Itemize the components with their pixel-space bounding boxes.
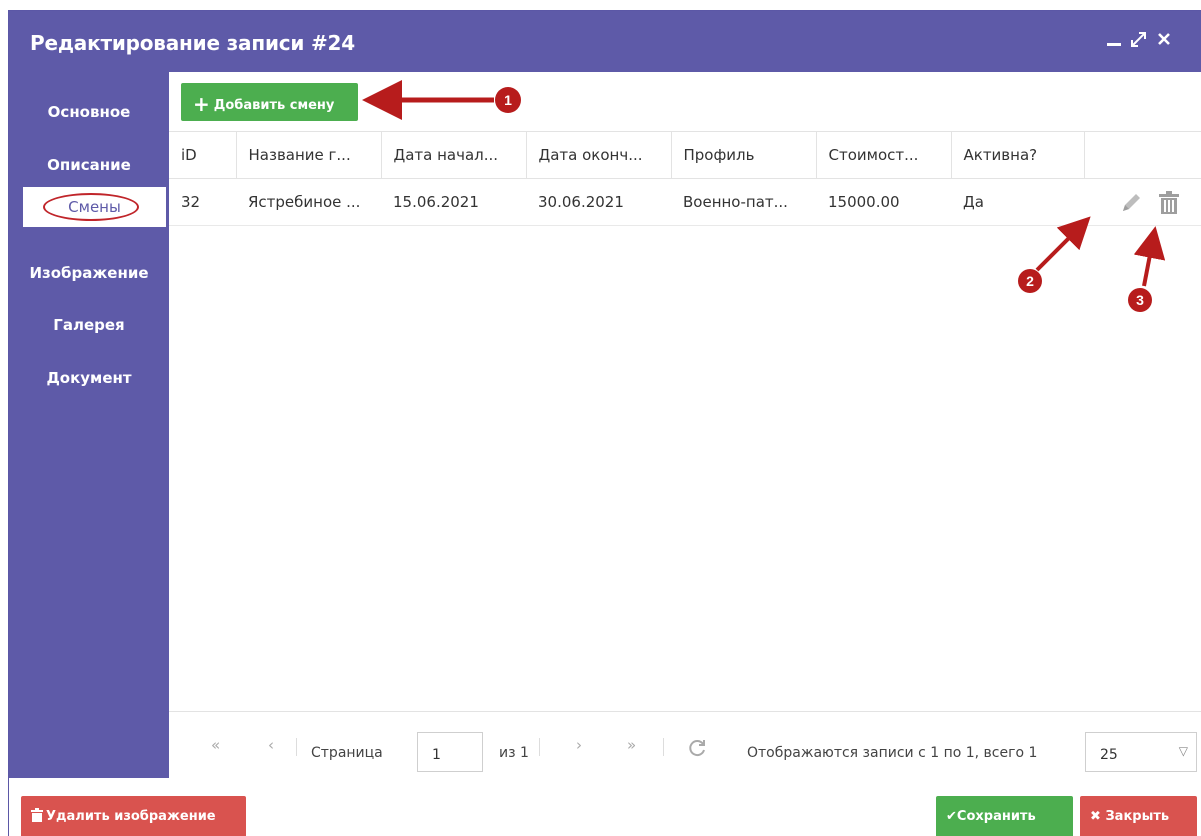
shifts-table: iD Название г... Дата начал... Дата окон… <box>169 132 1201 226</box>
dialog-footer: Удалить изображение ✔Сохранить ✖ Закрыть <box>9 778 1201 836</box>
sidebar-item-shifts[interactable]: Смены <box>21 185 168 229</box>
add-shift-button[interactable]: + Добавить смену <box>181 83 358 121</box>
column-header-active[interactable]: Активна? <box>951 132 1085 179</box>
toolbar: + Добавить смену <box>169 72 1201 132</box>
records-summary: Отображаются записи с 1 по 1, всего 1 <box>747 745 1038 761</box>
cell-actions <box>1084 178 1201 226</box>
page-size-select[interactable]: 25 ▽ <box>1085 732 1197 772</box>
sidebar-item-document[interactable]: Документ <box>9 362 169 394</box>
table-row[interactable]: 32 Ястребиное ... 15.06.2021 30.06.2021 … <box>169 178 1201 226</box>
prev-page-icon[interactable]: ‹ <box>268 736 274 754</box>
maximize-icon[interactable] <box>1130 31 1147 48</box>
cell-id: 32 <box>169 178 236 226</box>
sidebar-item-label: Документ <box>46 369 132 387</box>
pencil-icon[interactable] <box>1119 191 1143 215</box>
shifts-panel: + Добавить смену iD Название г... Дата на… <box>169 72 1201 778</box>
delete-image-button[interactable]: Удалить изображение <box>21 796 246 836</box>
cell-cost: 15000.00 <box>816 178 951 226</box>
delete-image-label: Удалить изображение <box>46 809 216 824</box>
sidebar-item-label: Изображение <box>29 264 149 282</box>
close-icon[interactable] <box>1157 32 1171 46</box>
close-button[interactable]: ✖ Закрыть <box>1080 796 1197 836</box>
minimize-icon[interactable] <box>1107 41 1121 47</box>
column-header-id[interactable]: iD <box>169 132 237 179</box>
sidebar-item-image[interactable]: Изображение <box>9 257 169 289</box>
pager-separator <box>663 738 664 756</box>
column-header-actions <box>1084 132 1201 179</box>
last-page-icon[interactable]: » <box>627 736 636 754</box>
highlight-circle <box>43 193 139 221</box>
sidebar-item-label: Описание <box>47 156 131 174</box>
check-icon: ✔ <box>946 809 957 824</box>
sidebar-item-main[interactable]: Основное <box>9 96 169 128</box>
sidebar-item-label: Основное <box>47 103 131 121</box>
edit-record-dialog: Редактирование записи #24 Основное Описа… <box>8 10 1201 836</box>
cell-start-date: 15.06.2021 <box>381 178 526 226</box>
dialog-title: Редактирование записи #24 <box>30 31 355 55</box>
column-header-end-date[interactable]: Дата оконч... <box>526 132 672 179</box>
chevron-down-icon: ▽ <box>1178 744 1188 758</box>
sidebar-item-label: Галерея <box>53 316 125 334</box>
pager-separator <box>539 738 540 756</box>
cell-profile: Военно-пат... <box>671 178 816 226</box>
table-header: iD Название г... Дата начал... Дата окон… <box>169 132 1201 179</box>
close-icon: ✖ <box>1090 809 1101 824</box>
pagination-bar: « ‹ Страница 1 из 1 › » Отображаются зап… <box>169 711 1201 778</box>
first-page-icon[interactable]: « <box>211 736 220 754</box>
cell-active: Да <box>951 178 1084 226</box>
sidebar-item-gallery[interactable]: Галерея <box>9 309 169 341</box>
sidebar: Основное Описание Смены Изображение Гале… <box>9 72 169 778</box>
next-page-icon[interactable]: › <box>576 736 582 754</box>
page-label: Страница <box>311 745 383 761</box>
save-label: Сохранить <box>956 809 1036 824</box>
add-shift-label: Добавить смену <box>213 98 335 113</box>
save-button[interactable]: ✔Сохранить <box>936 796 1073 836</box>
close-label: Закрыть <box>1105 809 1170 824</box>
column-header-profile[interactable]: Профиль <box>671 132 817 179</box>
column-header-start-date[interactable]: Дата начал... <box>381 132 527 179</box>
pager-separator <box>296 738 297 756</box>
column-header-cost[interactable]: Стоимост... <box>816 132 952 179</box>
page-size-value: 25 <box>1100 747 1118 763</box>
page-count-label: из 1 <box>499 745 529 761</box>
plus-icon: + <box>193 92 210 116</box>
trash-icon[interactable] <box>1158 190 1180 215</box>
trash-icon <box>31 808 43 822</box>
cell-name: Ястребиное ... <box>236 178 381 226</box>
page-number-input[interactable]: 1 <box>417 732 483 772</box>
refresh-icon[interactable] <box>687 738 707 758</box>
sidebar-item-description[interactable]: Описание <box>9 149 169 181</box>
column-header-name[interactable]: Название г... <box>236 132 382 179</box>
dialog-titlebar: Редактирование записи #24 <box>9 11 1201 72</box>
cell-end-date: 30.06.2021 <box>526 178 671 226</box>
